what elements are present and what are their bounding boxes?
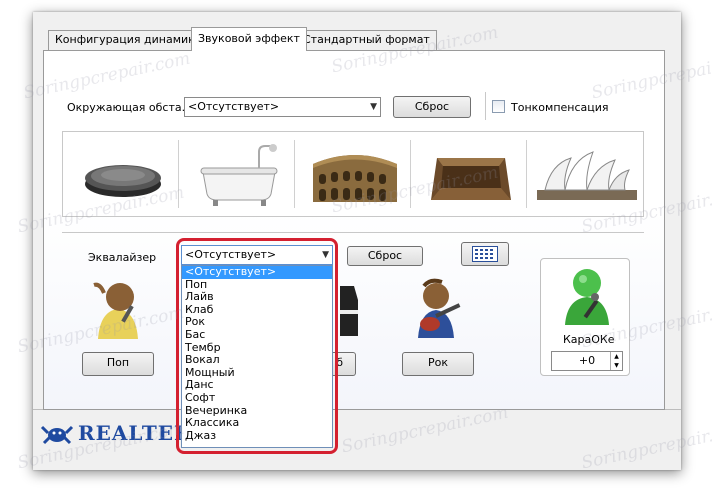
- equalizer-reset-button[interactable]: Сброс: [347, 246, 423, 266]
- equalizer-option[interactable]: Бас: [182, 328, 332, 342]
- equalizer-option[interactable]: Классика: [182, 417, 332, 430]
- equalizer-option[interactable]: Лайв: [182, 291, 332, 304]
- karaoke-box: КараОКе +0 ▲ ▼: [540, 258, 630, 376]
- stone-room-icon: [431, 158, 511, 200]
- pop-singer-figure[interactable]: [90, 275, 146, 341]
- environment-select-value: <Отсутствует>: [188, 100, 280, 113]
- equalizer-label: Эквалайзер: [88, 251, 157, 264]
- rock-guitarist-figure[interactable]: [412, 278, 466, 340]
- environment-label: Окружающая обста...: [67, 101, 193, 114]
- tab-speaker-configuration[interactable]: Конфигурация динамиков: [48, 30, 216, 50]
- divider: [62, 232, 644, 233]
- colosseum-icon: [313, 155, 397, 202]
- equalizer-option[interactable]: <Отсутствует>: [182, 265, 332, 279]
- chevron-down-icon: ▼: [322, 250, 329, 260]
- equalizer-select[interactable]: <Отсутствует> ▼: [181, 245, 333, 265]
- equalizer-grid-icon: [472, 246, 498, 262]
- bathtub-icon: [200, 144, 278, 206]
- piano-icon: [340, 286, 358, 336]
- rock-guitarist-icon: [418, 278, 461, 338]
- loudness-label: Тонкомпенсация: [511, 101, 609, 114]
- karaoke-value: +0: [578, 354, 596, 367]
- stone-disc-icon: [85, 165, 161, 197]
- equalizer-select-value: <Отсутствует>: [185, 248, 277, 261]
- divider: [410, 140, 411, 208]
- graphic-equalizer-button[interactable]: [461, 242, 509, 266]
- pop-singer-icon: [93, 282, 138, 339]
- loudness-checkbox[interactable]: [492, 100, 505, 113]
- karaoke-label: КараОКе: [563, 333, 615, 346]
- karaoke-singer-icon: [565, 269, 609, 325]
- preset-colosseum[interactable]: [299, 138, 411, 210]
- equalizer-option[interactable]: Вокал: [182, 354, 332, 367]
- realtek-brand: REALTEK: [78, 421, 193, 445]
- equalizer-option[interactable]: Софт: [182, 391, 332, 405]
- opera-house-icon: [537, 151, 637, 200]
- up-down-arrows-icon[interactable]: ▲ ▼: [610, 352, 622, 370]
- rock-preset-button[interactable]: Рок: [402, 352, 474, 376]
- tab-sound-effects[interactable]: Звуковой эффект: [191, 27, 307, 51]
- karaoke-pitch-stepper[interactable]: +0 ▲ ▼: [551, 351, 623, 371]
- divider: [526, 140, 527, 208]
- divider: [294, 140, 295, 208]
- equalizer-dropdown-list: <Отсутствует> Поп Лайв Клаб Рок Бас Тембр Вокал…: [181, 265, 333, 448]
- piano-figure[interactable]: [340, 280, 358, 336]
- preset-stone-disc[interactable]: [67, 138, 179, 210]
- divider: [485, 92, 486, 120]
- environment-reset-button[interactable]: Сброс: [393, 96, 471, 118]
- equalizer-option[interactable]: Джаз: [182, 429, 332, 443]
- pop-preset-button[interactable]: Поп: [82, 352, 154, 376]
- environment-presets: [62, 131, 644, 217]
- preset-bathroom[interactable]: [183, 138, 295, 210]
- environment-select[interactable]: <Отсутствует> ▼: [184, 97, 381, 117]
- chevron-down-icon: ▼: [370, 102, 377, 112]
- preset-stone-room[interactable]: [415, 138, 527, 210]
- preset-opera-house[interactable]: [531, 138, 643, 210]
- divider: [178, 140, 179, 208]
- tab-default-format[interactable]: Стандартный формат: [296, 30, 437, 50]
- realtek-crab-logo-icon: [40, 421, 74, 445]
